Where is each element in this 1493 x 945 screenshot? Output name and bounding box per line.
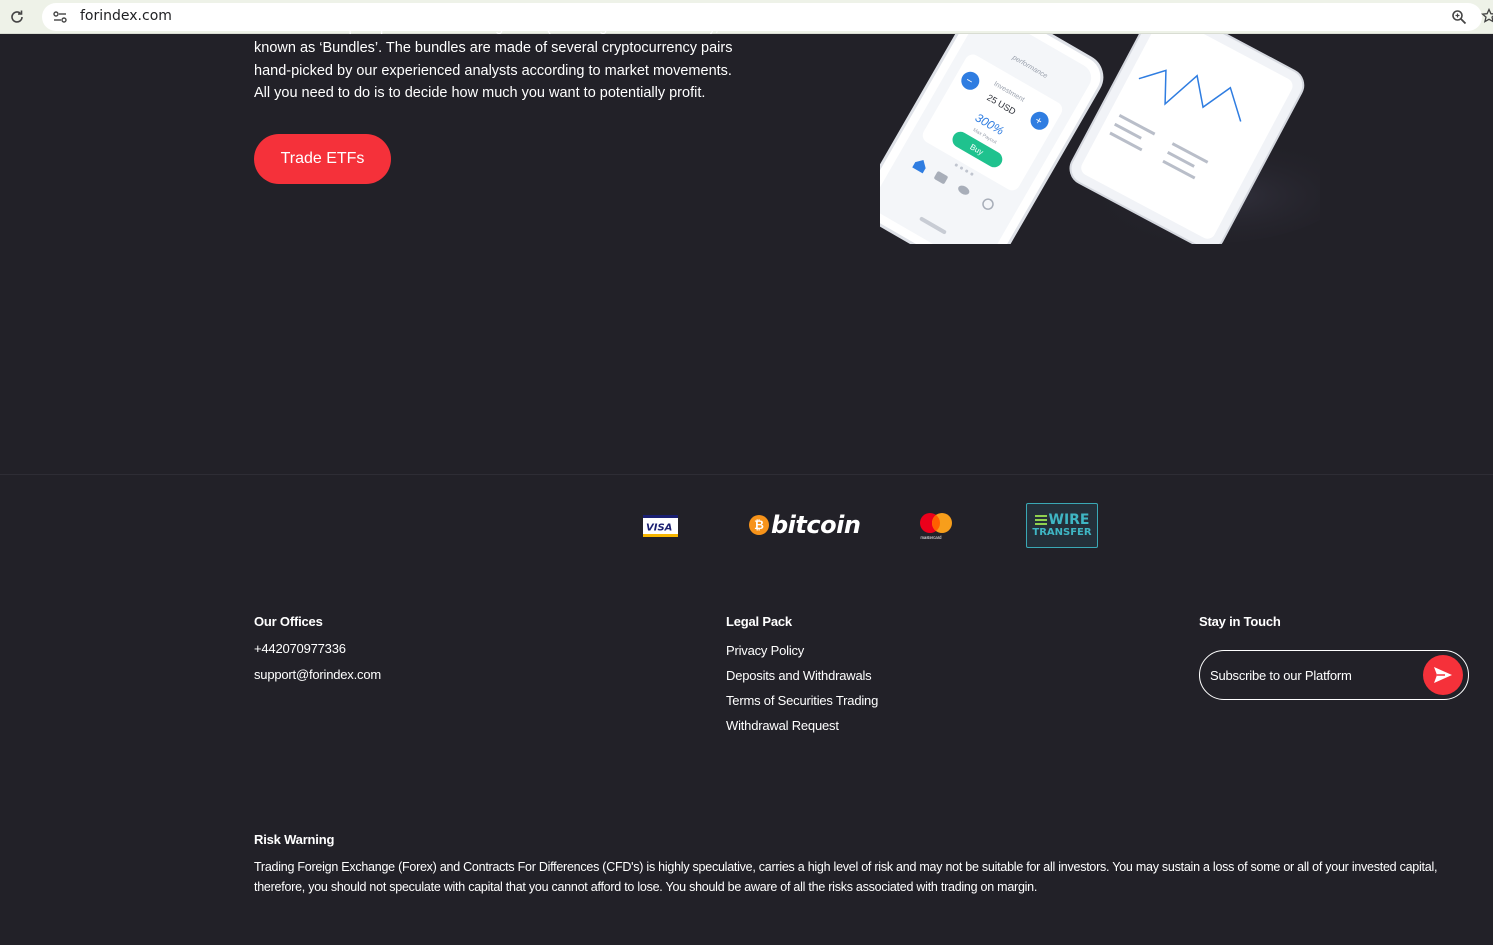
- privacy-policy-link[interactable]: Privacy Policy: [726, 643, 804, 658]
- withdrawal-request-link[interactable]: Withdrawal Request: [726, 718, 839, 733]
- deposits-withdrawals-link[interactable]: Deposits and Withdrawals: [726, 668, 872, 683]
- hero-paragraph: We offer a unique option to trade using …: [254, 27, 754, 105]
- risk-warning-text: Trading Foreign Exchange (Forex) and Con…: [254, 860, 1438, 894]
- wire-top-row: WIRE: [1034, 511, 1090, 528]
- bitcoin-logo: ₿ bitcoin: [749, 509, 861, 541]
- subscribe-input[interactable]: [1210, 665, 1410, 685]
- bitcoin-symbol-icon: ₿: [749, 515, 769, 535]
- visa-logo: VISA: [643, 515, 678, 537]
- phone-mockup-illustration: performance Investment − + 25 USD 300% M…: [880, 34, 1320, 244]
- reload-icon[interactable]: [6, 6, 28, 28]
- subscribe-send-button[interactable]: [1423, 655, 1463, 695]
- bookmark-star-icon[interactable]: [1479, 6, 1493, 26]
- wire-bars-icon: [1034, 514, 1047, 525]
- section-divider: [0, 474, 1493, 475]
- send-arrow-icon: [1434, 667, 1452, 683]
- offices-email[interactable]: support@forindex.com: [254, 667, 381, 682]
- wire-text: WIRE: [1048, 511, 1090, 528]
- wire-transfer-logo: WIRE TRANSFER: [1026, 503, 1098, 548]
- offices-title: Our Offices: [254, 614, 323, 629]
- url-text[interactable]: forindex.com: [80, 8, 172, 24]
- mastercard-logo: mastercard: [920, 513, 952, 540]
- risk-warning-title: Risk Warning: [254, 832, 335, 847]
- hero-line: hand-picked by our experienced analysts …: [254, 62, 732, 79]
- zoom-icon[interactable]: [1449, 7, 1469, 27]
- hero-line: known as ‘Bundles’. The bundles are made…: [254, 40, 733, 56]
- site-info-icon[interactable]: [50, 8, 70, 26]
- mastercard-text: mastercard: [921, 535, 943, 540]
- transfer-text: TRANSFER: [1032, 526, 1092, 538]
- subscribe-form: [1199, 650, 1469, 700]
- visa-text: VISA: [646, 523, 672, 534]
- hero-line: All you need to do is to decide how much…: [254, 85, 706, 101]
- hero-line: We offer a unique option to trade using …: [254, 27, 750, 35]
- stay-in-touch-title: Stay in Touch: [1199, 614, 1281, 629]
- bitcoin-text: bitcoin: [771, 511, 861, 539]
- offices-phone[interactable]: +442070977336: [254, 641, 346, 656]
- trade-etfs-button[interactable]: Trade ETFs: [254, 134, 391, 184]
- legal-title: Legal Pack: [726, 614, 792, 629]
- terms-securities-trading-link[interactable]: Terms of Securities Trading: [726, 693, 878, 708]
